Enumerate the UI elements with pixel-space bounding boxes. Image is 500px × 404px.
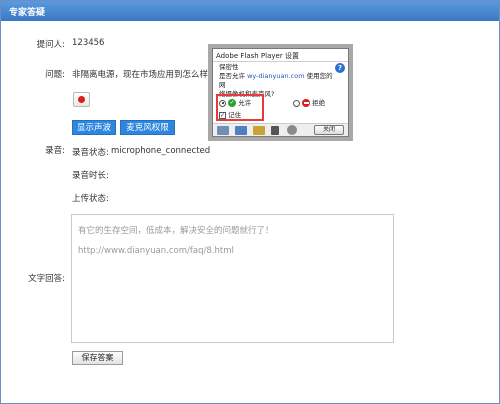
- recording-duration-label: 录音时长:: [72, 171, 109, 181]
- flash-settings-dialog: Adobe Flash Player 设置 ? 保密性 是否允许 wy-dian…: [208, 44, 353, 141]
- allow-label: 允许: [238, 99, 252, 107]
- show-waveform-button[interactable]: 显示声波: [72, 120, 116, 135]
- upload-status-label: 上传状态:: [72, 194, 109, 204]
- answer-textarea[interactable]: 有它的生存空间，低成本，解决安全的问题就行了！ http://www.diany…: [71, 214, 394, 343]
- message-question-start: 是否允许: [219, 72, 248, 80]
- camera-icon[interactable]: [287, 125, 297, 135]
- asker-label: 提问人:: [36, 40, 65, 50]
- microphone-icon[interactable]: [271, 126, 279, 135]
- save-answer-button[interactable]: 保存答案: [72, 351, 123, 365]
- recording-label: 录音:: [45, 146, 65, 156]
- question-text: 非隔离电源，现在市场应用到怎么样？谁: [72, 70, 209, 80]
- display-icon[interactable]: [217, 126, 229, 135]
- remember-option[interactable]: ✓ 记住: [219, 109, 241, 119]
- record-button[interactable]: [73, 92, 90, 107]
- microphone-permission-button[interactable]: 麦克风权限: [120, 120, 175, 135]
- deny-label: 拒绝: [312, 99, 326, 107]
- answer-line: http://www.dianyuan.com/faq/8.html: [78, 246, 234, 256]
- title-bar: 专家答疑: [1, 1, 499, 21]
- message-question: 是否允许 wy-dianyuan.com 使用您的网: [219, 72, 337, 90]
- flash-close-button[interactable]: 关闭: [314, 125, 344, 135]
- question-label: 问题:: [45, 70, 65, 80]
- flash-dialog-title: Adobe Flash Player 设置: [216, 52, 299, 60]
- flash-dialog-panel: Adobe Flash Player 设置 ? 保密性 是否允许 wy-dian…: [212, 48, 349, 137]
- message-site: wy-dianyuan.com: [247, 72, 305, 80]
- deny-option[interactable]: 拒绝: [293, 97, 325, 107]
- privacy-icon[interactable]: [235, 126, 247, 135]
- flash-title-divider: [213, 61, 348, 62]
- expert-qa-window: 专家答疑 提问人: 123456 问题: 非隔离电源，现在市场应用到怎么样？谁 …: [0, 0, 500, 404]
- asker-value: 123456: [72, 38, 105, 48]
- remember-label: 记住: [228, 111, 242, 119]
- window-title: 专家答疑: [9, 8, 46, 18]
- storage-icon[interactable]: [253, 126, 265, 135]
- text-answer-label: 文字回答:: [28, 274, 65, 284]
- allow-radio[interactable]: [219, 99, 226, 107]
- allow-check-icon: ✓: [228, 99, 237, 107]
- deny-icon: [302, 99, 311, 107]
- answer-line: 有它的生存空间，低成本，解决安全的问题就行了！: [78, 226, 274, 236]
- message-heading: 保密性: [219, 63, 239, 71]
- recording-status-value: microphone_connected: [111, 146, 211, 156]
- recording-status-label: 录音状态:: [72, 148, 109, 158]
- record-icon: [78, 96, 85, 103]
- remember-checkbox[interactable]: ✓: [219, 111, 226, 119]
- allow-option[interactable]: ✓ 允许: [219, 97, 251, 107]
- deny-radio[interactable]: [293, 99, 300, 107]
